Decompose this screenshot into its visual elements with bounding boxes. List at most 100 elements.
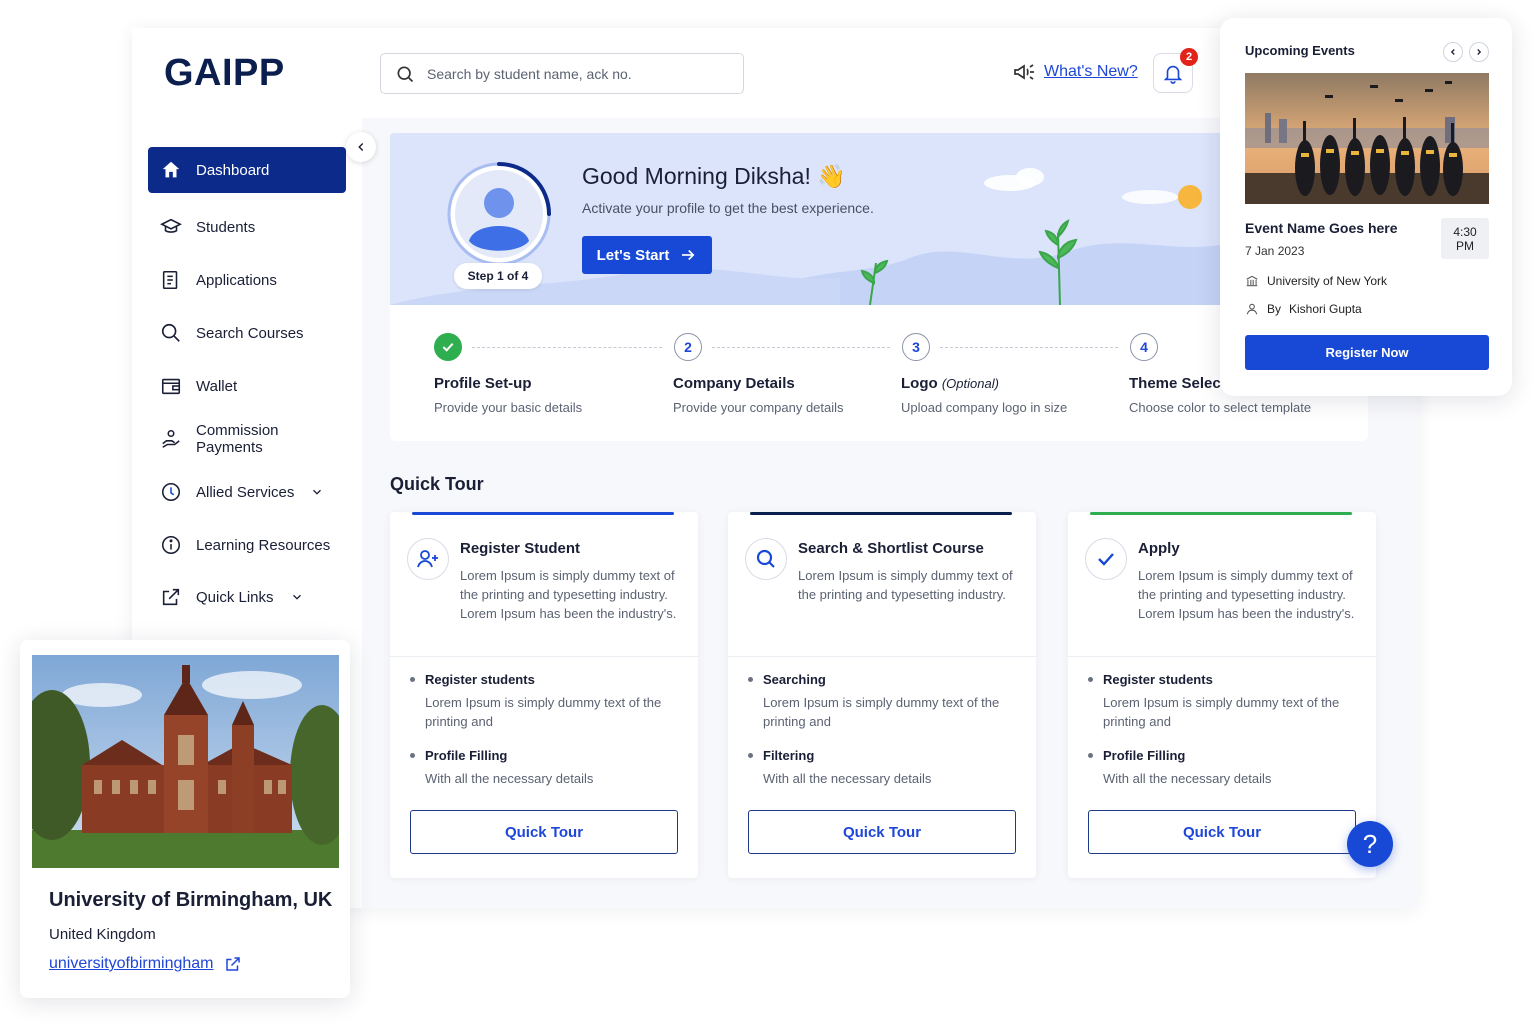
event-time-value: 4:30 [1453, 225, 1477, 239]
external-link-icon[interactable] [224, 955, 242, 973]
event-image [1245, 73, 1489, 204]
step-desc: Upload company logo in size [901, 400, 1068, 415]
bullet-body: Lorem Ipsum is simply dummy text of the … [1103, 695, 1340, 729]
card-bullet: Filtering With all the necessary details [748, 748, 1018, 788]
event-name: Event Name Goes here [1245, 220, 1398, 236]
step-number: 3 [902, 333, 930, 361]
university-link-text[interactable]: universityofbirmingham [49, 955, 214, 973]
sidebar-item-label: Allied Services [196, 483, 295, 501]
bullet-title: Register students [410, 672, 680, 687]
bullet-title: Profile Filling [1088, 748, 1358, 763]
sidebar-item-quick-links[interactable]: Quick Links [148, 574, 346, 620]
optional-tag: (Optional) [941, 376, 999, 391]
quick-tour-button[interactable]: Quick Tour [1088, 810, 1356, 854]
tour-card-register-student: Register Student Lorem Ipsum is simply d… [390, 512, 698, 878]
card-bullet: Register students Lorem Ipsum is simply … [410, 672, 680, 731]
quick-tour-button[interactable]: Quick Tour [748, 810, 1016, 854]
card-icon-wrap [1085, 538, 1127, 580]
sidebar-item-label: Wallet [196, 377, 238, 395]
card-bullet: Profile Filling With all the necessary d… [1088, 748, 1358, 788]
step-title: Logo (Optional) [901, 375, 999, 392]
step-title: Theme Selecti [1129, 375, 1230, 392]
tour-card-apply: Apply Lorem Ipsum is simply dummy text o… [1068, 512, 1376, 878]
add-user-icon [417, 550, 438, 568]
university-name: University of Birmingham, UK [49, 889, 333, 911]
sidebar-item-label: Dashboard [196, 161, 270, 179]
sidebar-item-learning-resources[interactable]: Learning Resources [148, 522, 346, 568]
sidebar-item-label: Quick Links [196, 588, 274, 606]
external-link-icon [162, 588, 180, 606]
step-connector [472, 347, 662, 348]
university-link[interactable]: universityofbirmingham [49, 955, 242, 973]
bell-icon [1163, 65, 1183, 84]
building-icon [1246, 275, 1258, 287]
sidebar-item-search-courses[interactable]: Search Courses [148, 310, 346, 356]
quick-tour-button[interactable]: Quick Tour [410, 810, 678, 854]
info-icon [161, 535, 181, 555]
upcoming-events-panel: Upcoming Events Event Name Goes here 7 J… [1220, 18, 1512, 396]
sidebar-item-label: Learning Resources [196, 536, 331, 554]
sidebar-item-label: Commission Payments [196, 422, 279, 456]
card-title: Register Student [460, 540, 581, 557]
step-progress-pill: Step 1 of 4 [454, 263, 542, 289]
event-organizer: By Kishori Gupta [1245, 302, 1362, 316]
step-connector [940, 347, 1118, 348]
card-accent-bar [412, 512, 674, 515]
events-prev-button[interactable] [1443, 42, 1463, 62]
step-number: 4 [1130, 333, 1158, 361]
event-date: 7 Jan 2023 [1245, 244, 1305, 258]
chevron-down-icon [292, 594, 301, 600]
chevron-down-icon [313, 489, 322, 495]
card-desc: Lorem Ipsum is simply dummy text of the … [460, 568, 677, 621]
service-icon [161, 482, 181, 502]
sidebar-item-label: Students [196, 218, 256, 236]
sidebar-item-applications[interactable]: Applications [148, 257, 346, 303]
search-input[interactable] [427, 65, 727, 82]
chevron-left-icon [358, 143, 364, 151]
whats-new-link[interactable]: What's New? [1044, 63, 1138, 81]
sidebar-item-allied-services[interactable]: Allied Services [148, 469, 346, 515]
whats-new[interactable]: What's New? [1012, 60, 1138, 84]
bullet-title: Searching [748, 672, 1018, 687]
card-icon-wrap [745, 538, 787, 580]
sidebar-item-commission-payments[interactable]: Commission Payments [148, 416, 346, 462]
events-title: Upcoming Events [1245, 43, 1355, 58]
lets-start-button[interactable]: Let's Start [582, 236, 712, 274]
page: GAIPP What's New? 2 Dashboard St [0, 0, 1536, 1024]
help-button[interactable]: ? [1347, 821, 1393, 867]
bullet-title: Filtering [748, 748, 1018, 763]
search-icon [397, 66, 414, 82]
card-title: Search & Shortlist Course [798, 540, 984, 557]
sidebar-item-students[interactable]: Students [148, 204, 346, 250]
card-accent-bar [750, 512, 1012, 515]
event-time-meridiem: PM [1456, 239, 1474, 253]
sidebar-collapse-button[interactable] [346, 132, 376, 162]
card-title: Apply [1138, 540, 1180, 557]
notification-button[interactable]: 2 [1153, 48, 1198, 93]
event-time: 4:30 PM [1441, 218, 1489, 259]
search-box[interactable] [380, 53, 744, 94]
arrow-right-icon [682, 249, 695, 261]
bullet-body: With all the necessary details [763, 771, 932, 786]
sidebar-item-dashboard[interactable]: Dashboard [148, 147, 346, 193]
bullet-body: Lorem Ipsum is simply dummy text of the … [425, 695, 662, 729]
step-desc: Provide your basic details [434, 400, 583, 415]
search-icon [161, 323, 180, 342]
sidebar-item-wallet[interactable]: Wallet [148, 363, 346, 409]
events-next-button[interactable] [1469, 42, 1489, 62]
wallet-icon [161, 378, 181, 395]
register-now-button[interactable]: Register Now [1245, 335, 1489, 370]
bullet-body: With all the necessary details [1103, 771, 1272, 786]
bullet-body: Lorem Ipsum is simply dummy text of the … [763, 695, 1000, 729]
check-icon [1098, 553, 1114, 566]
chevron-right-icon [1477, 49, 1482, 55]
check-icon [442, 342, 454, 352]
greeting-subtitle: Activate your profile to get the best ex… [582, 200, 874, 216]
card-icon-wrap [407, 538, 449, 580]
sidebar-item-label: Search Courses [196, 324, 304, 342]
bullet-title: Profile Filling [410, 748, 680, 763]
app-logo[interactable]: GAIPP [164, 52, 285, 95]
university-card: University of Birmingham, UK United King… [20, 640, 350, 998]
event-venue: University of New York [1245, 274, 1387, 288]
chevron-left-icon [1450, 49, 1455, 55]
